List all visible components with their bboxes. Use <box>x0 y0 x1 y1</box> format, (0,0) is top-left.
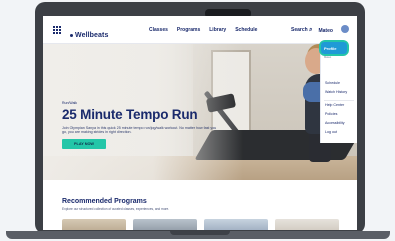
primary-nav-links: Classes Programs Library Schedule <box>149 27 257 33</box>
menu-item-profile-label: Profile <box>324 46 337 51</box>
logo-text: Wellbeats <box>75 32 109 39</box>
program-card[interactable] <box>62 219 126 230</box>
hero-description: Join Olympian Sanya in this quick 25 min… <box>62 126 217 135</box>
menu-item-help-center[interactable]: Help Center <box>325 103 344 107</box>
nav-link-schedule[interactable]: Schedule <box>235 27 257 33</box>
nav-link-programs[interactable]: Programs <box>177 27 200 33</box>
menu-item-policies[interactable]: Policies <box>325 112 337 116</box>
menu-item-profile-subtext: Mateo <box>324 56 332 59</box>
search-icon: ⌕ <box>309 27 313 33</box>
menu-item-schedule[interactable]: Schedule <box>325 81 340 85</box>
search-button[interactable]: Search ⌕ <box>291 27 312 34</box>
logo-mark-icon <box>70 33 73 37</box>
app-grid-icon[interactable] <box>53 26 61 34</box>
menu-item-log-out[interactable]: Log out <box>325 130 337 134</box>
hero-banner: Run/Walk 25 Minute Tempo Run Join Olympi… <box>43 44 357 180</box>
nav-link-library[interactable]: Library <box>209 27 226 33</box>
user-menu-toggle[interactable]: Mateo <box>318 28 332 34</box>
menu-divider <box>324 100 354 101</box>
nav-link-classes[interactable]: Classes <box>149 27 168 33</box>
program-card[interactable] <box>133 219 197 230</box>
program-card[interactable] <box>275 219 339 230</box>
top-nav: Wellbeats WELLBEATS Classes Programs Lib… <box>43 16 357 47</box>
menu-item-accessibility[interactable]: Accessibility <box>325 121 345 125</box>
recommended-programs-section: Recommended Programs Explore our structu… <box>43 180 357 230</box>
avatar[interactable] <box>341 25 349 33</box>
play-now-button[interactable]: PLAY NOW <box>62 139 106 149</box>
hero-category: Run/Walk <box>62 101 78 105</box>
section-subtitle: Explore our structured collection of cur… <box>62 207 170 211</box>
hero-title: 25 Minute Tempo Run <box>62 107 198 122</box>
laptop-base-notch <box>170 231 230 235</box>
laptop-frame: Wellbeats WELLBEATS Classes Programs Lib… <box>35 2 365 234</box>
program-card[interactable] <box>204 219 268 230</box>
search-label: Search <box>291 27 308 33</box>
app-screen: Wellbeats WELLBEATS Classes Programs Lib… <box>43 16 357 230</box>
section-title: Recommended Programs <box>62 198 147 205</box>
menu-item-watch-history[interactable]: Watch History <box>325 90 347 94</box>
nav-right-group: Search ⌕ Mateo <box>291 27 333 34</box>
